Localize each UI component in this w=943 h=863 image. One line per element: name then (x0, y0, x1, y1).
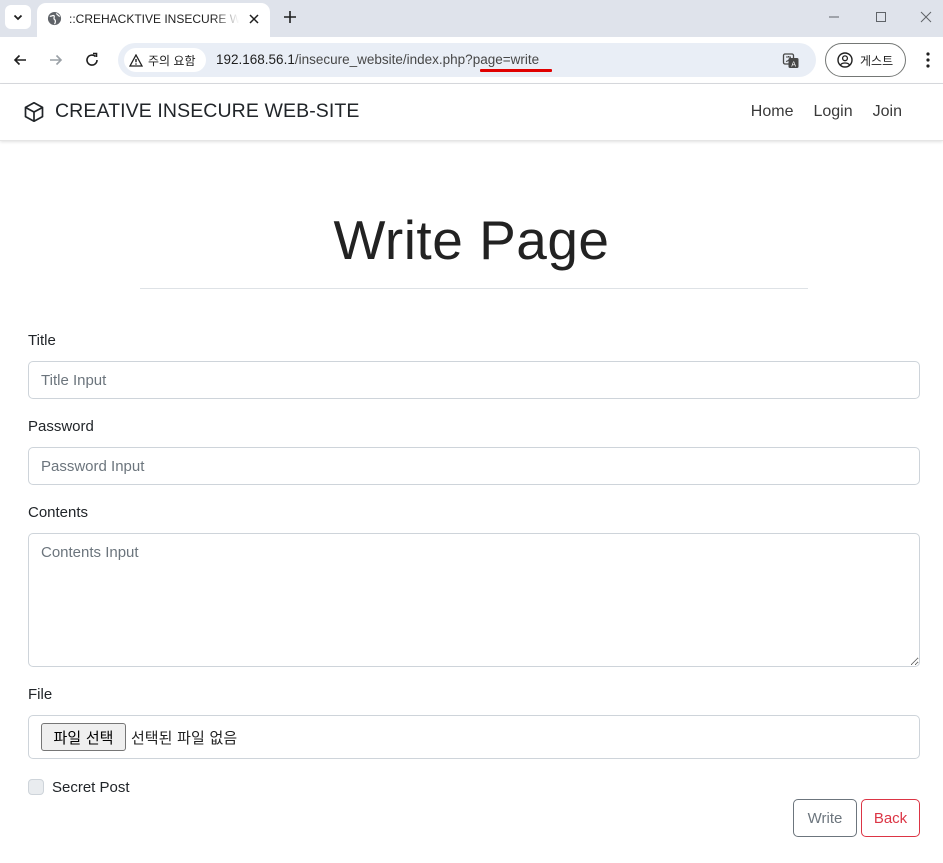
back-arrow-icon[interactable] (11, 51, 29, 69)
write-button[interactable]: Write (793, 799, 857, 837)
more-vertical-icon[interactable] (919, 50, 937, 70)
tab-search-button[interactable] (5, 5, 31, 29)
profile-avatar-icon (837, 52, 853, 68)
password-label: Password (28, 418, 94, 435)
address-bar[interactable]: 주의 요함 192.168.56.1/insecure_website/inde… (118, 43, 816, 77)
maximize-icon[interactable] (873, 9, 889, 25)
security-chip[interactable]: 주의 요함 (124, 48, 206, 72)
title-divider (140, 288, 808, 289)
site-navbar: CREATIVE INSECURE WEB-SITE Home Login Jo… (0, 84, 943, 141)
url-text[interactable]: 192.168.56.1/insecure_website/index.php?… (216, 52, 539, 67)
page-title: Write Page (333, 209, 610, 271)
security-chip-label: 주의 요함 (148, 53, 196, 68)
file-input[interactable]: 파일 선택 선택된 파일 없음 (28, 715, 920, 759)
back-button[interactable]: Back (861, 799, 920, 837)
close-icon[interactable] (247, 12, 261, 26)
url-path: /insecure_website/index.php?page=write (294, 52, 540, 67)
profile-button[interactable]: 게스트 (825, 43, 906, 77)
nav-link-login[interactable]: Login (813, 103, 852, 121)
site-nav-links: Home Login Join (751, 103, 902, 121)
url-host: 192.168.56.1 (216, 52, 295, 67)
nav-link-join[interactable]: Join (873, 103, 902, 121)
forward-arrow-icon[interactable] (47, 51, 65, 69)
reload-icon[interactable] (83, 51, 101, 69)
warning-triangle-icon (129, 53, 143, 67)
secret-post-label[interactable]: Secret Post (52, 779, 130, 796)
box-icon (24, 101, 44, 122)
title-label: Title (28, 332, 56, 349)
file-label: File (28, 686, 53, 703)
file-status-text: 선택된 파일 없음 (131, 729, 238, 747)
brand-name: CREATIVE INSECURE WEB-SITE (55, 100, 360, 122)
minimize-icon[interactable] (826, 9, 842, 25)
profile-label: 게스트 (860, 53, 894, 68)
title-input[interactable] (28, 361, 920, 399)
url-highlight-underline (480, 69, 552, 72)
translate-icon[interactable]: A (782, 52, 800, 70)
file-choose-button[interactable]: 파일 선택 (41, 723, 126, 751)
nav-link-home[interactable]: Home (751, 103, 794, 121)
globe-icon (47, 11, 62, 26)
chevron-down-icon (13, 14, 23, 21)
password-input[interactable] (28, 447, 920, 485)
contents-textarea[interactable] (28, 533, 920, 667)
contents-label: Contents (28, 504, 89, 521)
browser-toolbar: 주의 요함 192.168.56.1/insecure_website/inde… (0, 37, 943, 84)
browser-tabstrip: ::CREHACKTIVE INSECURE WEBSITE:: (0, 0, 943, 37)
window-close-icon[interactable] (918, 9, 934, 25)
tab-title: ::CREHACKTIVE INSECURE WEBSITE:: (69, 12, 239, 26)
site-brand[interactable]: CREATIVE INSECURE WEB-SITE (23, 100, 360, 123)
new-tab-plus-icon[interactable] (281, 8, 299, 26)
browser-tab[interactable]: ::CREHACKTIVE INSECURE WEBSITE:: (37, 3, 270, 37)
secret-post-checkbox[interactable] (28, 779, 44, 795)
svg-text:A: A (791, 60, 796, 68)
